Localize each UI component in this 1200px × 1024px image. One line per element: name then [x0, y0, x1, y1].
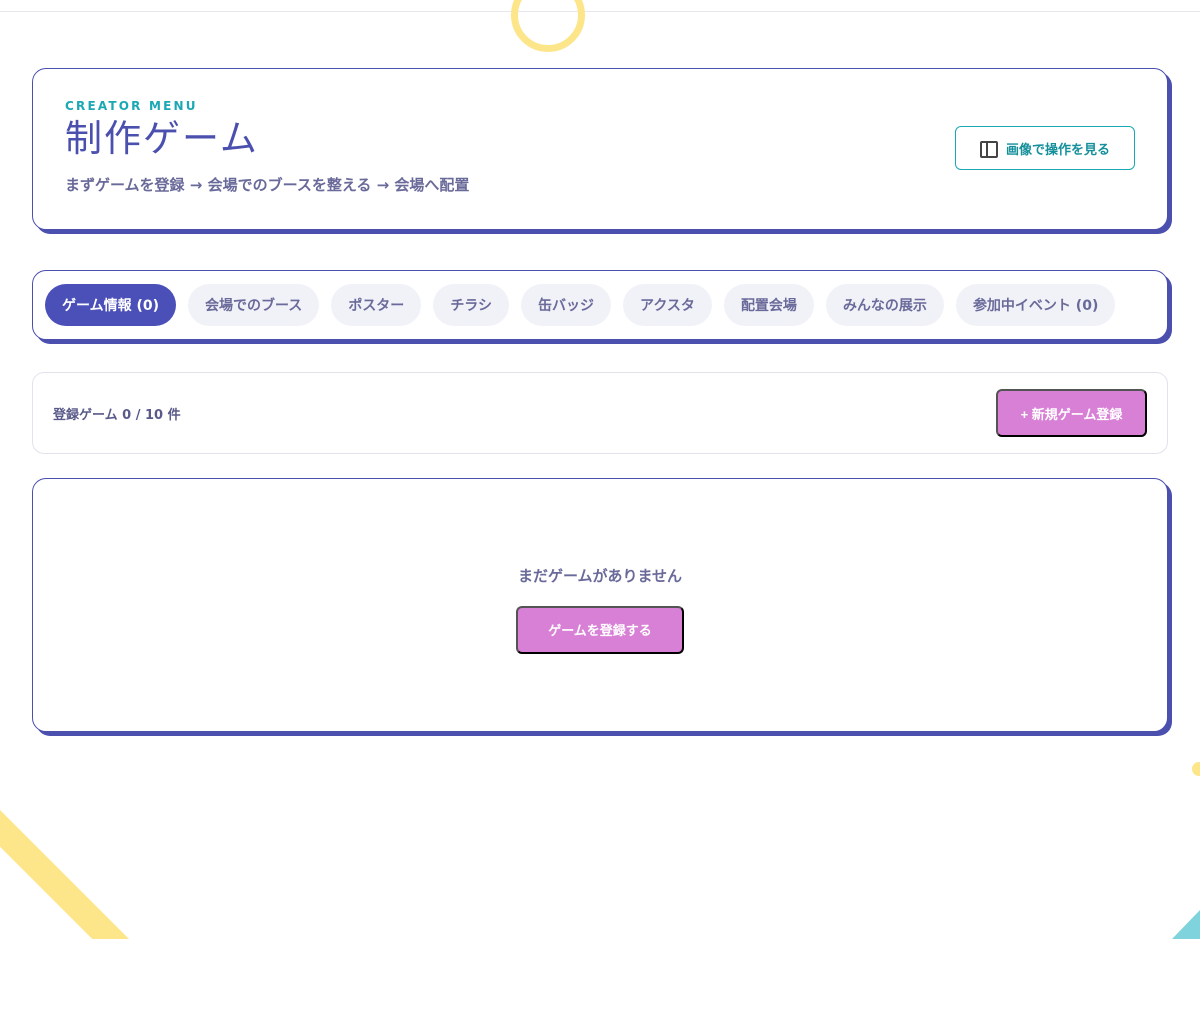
tab-poster[interactable]: ポスター [331, 284, 422, 326]
empty-state-message: まだゲームがありません [517, 566, 683, 585]
decorative-triangle [1172, 910, 1200, 939]
tab-acrylic-stand[interactable]: アクスタ [623, 284, 712, 326]
tab-can-badge[interactable]: 缶バッジ [521, 284, 612, 326]
new-game-button[interactable]: + 新規ゲーム登録 [996, 389, 1147, 437]
decorative-stripe-container [0, 780, 200, 939]
tab-everyones-exhibits[interactable]: みんなの展示 [825, 284, 944, 326]
tab-game-info[interactable]: ゲーム情報 (0) [45, 284, 176, 326]
tab-flyer[interactable]: チラシ [433, 284, 510, 326]
games-toolbar: 登録ゲーム 0 / 10 件 + 新規ゲーム登録 [32, 372, 1168, 454]
tab-venue-booth[interactable]: 会場でのブース [188, 284, 320, 326]
creator-menu-header: CREATOR MENU 制作ゲーム まずゲームを登録 → 会場でのブースを整え… [32, 68, 1168, 230]
view-howto-label: 画像で操作を見る [1005, 141, 1110, 157]
view-howto-button[interactable]: 画像で操作を見る [955, 126, 1135, 170]
register-game-button[interactable]: ゲームを登録する [516, 605, 684, 654]
tab-placement-venue[interactable]: 配置会場 [723, 284, 814, 326]
decorative-stripe [0, 790, 171, 939]
tab-bar: ゲーム情報 (0) 会場でのブース ポスター チラシ 缶バッジ アクスタ 配置会… [32, 270, 1168, 340]
tab-joined-events[interactable]: 参加中イベント (0) [955, 284, 1116, 326]
registered-games-count: 登録ゲーム 0 / 10 件 [53, 407, 181, 423]
empty-state-panel: まだゲームがありません ゲームを登録する [32, 478, 1168, 732]
workflow-subtitle: まずゲームを登録 → 会場でのブースを整える → 会場へ配置 [65, 175, 470, 194]
eyebrow-label: CREATOR MENU [65, 99, 198, 113]
top-bar [0, 0, 1200, 12]
decorative-dot [1192, 762, 1200, 776]
book-icon [979, 141, 998, 158]
